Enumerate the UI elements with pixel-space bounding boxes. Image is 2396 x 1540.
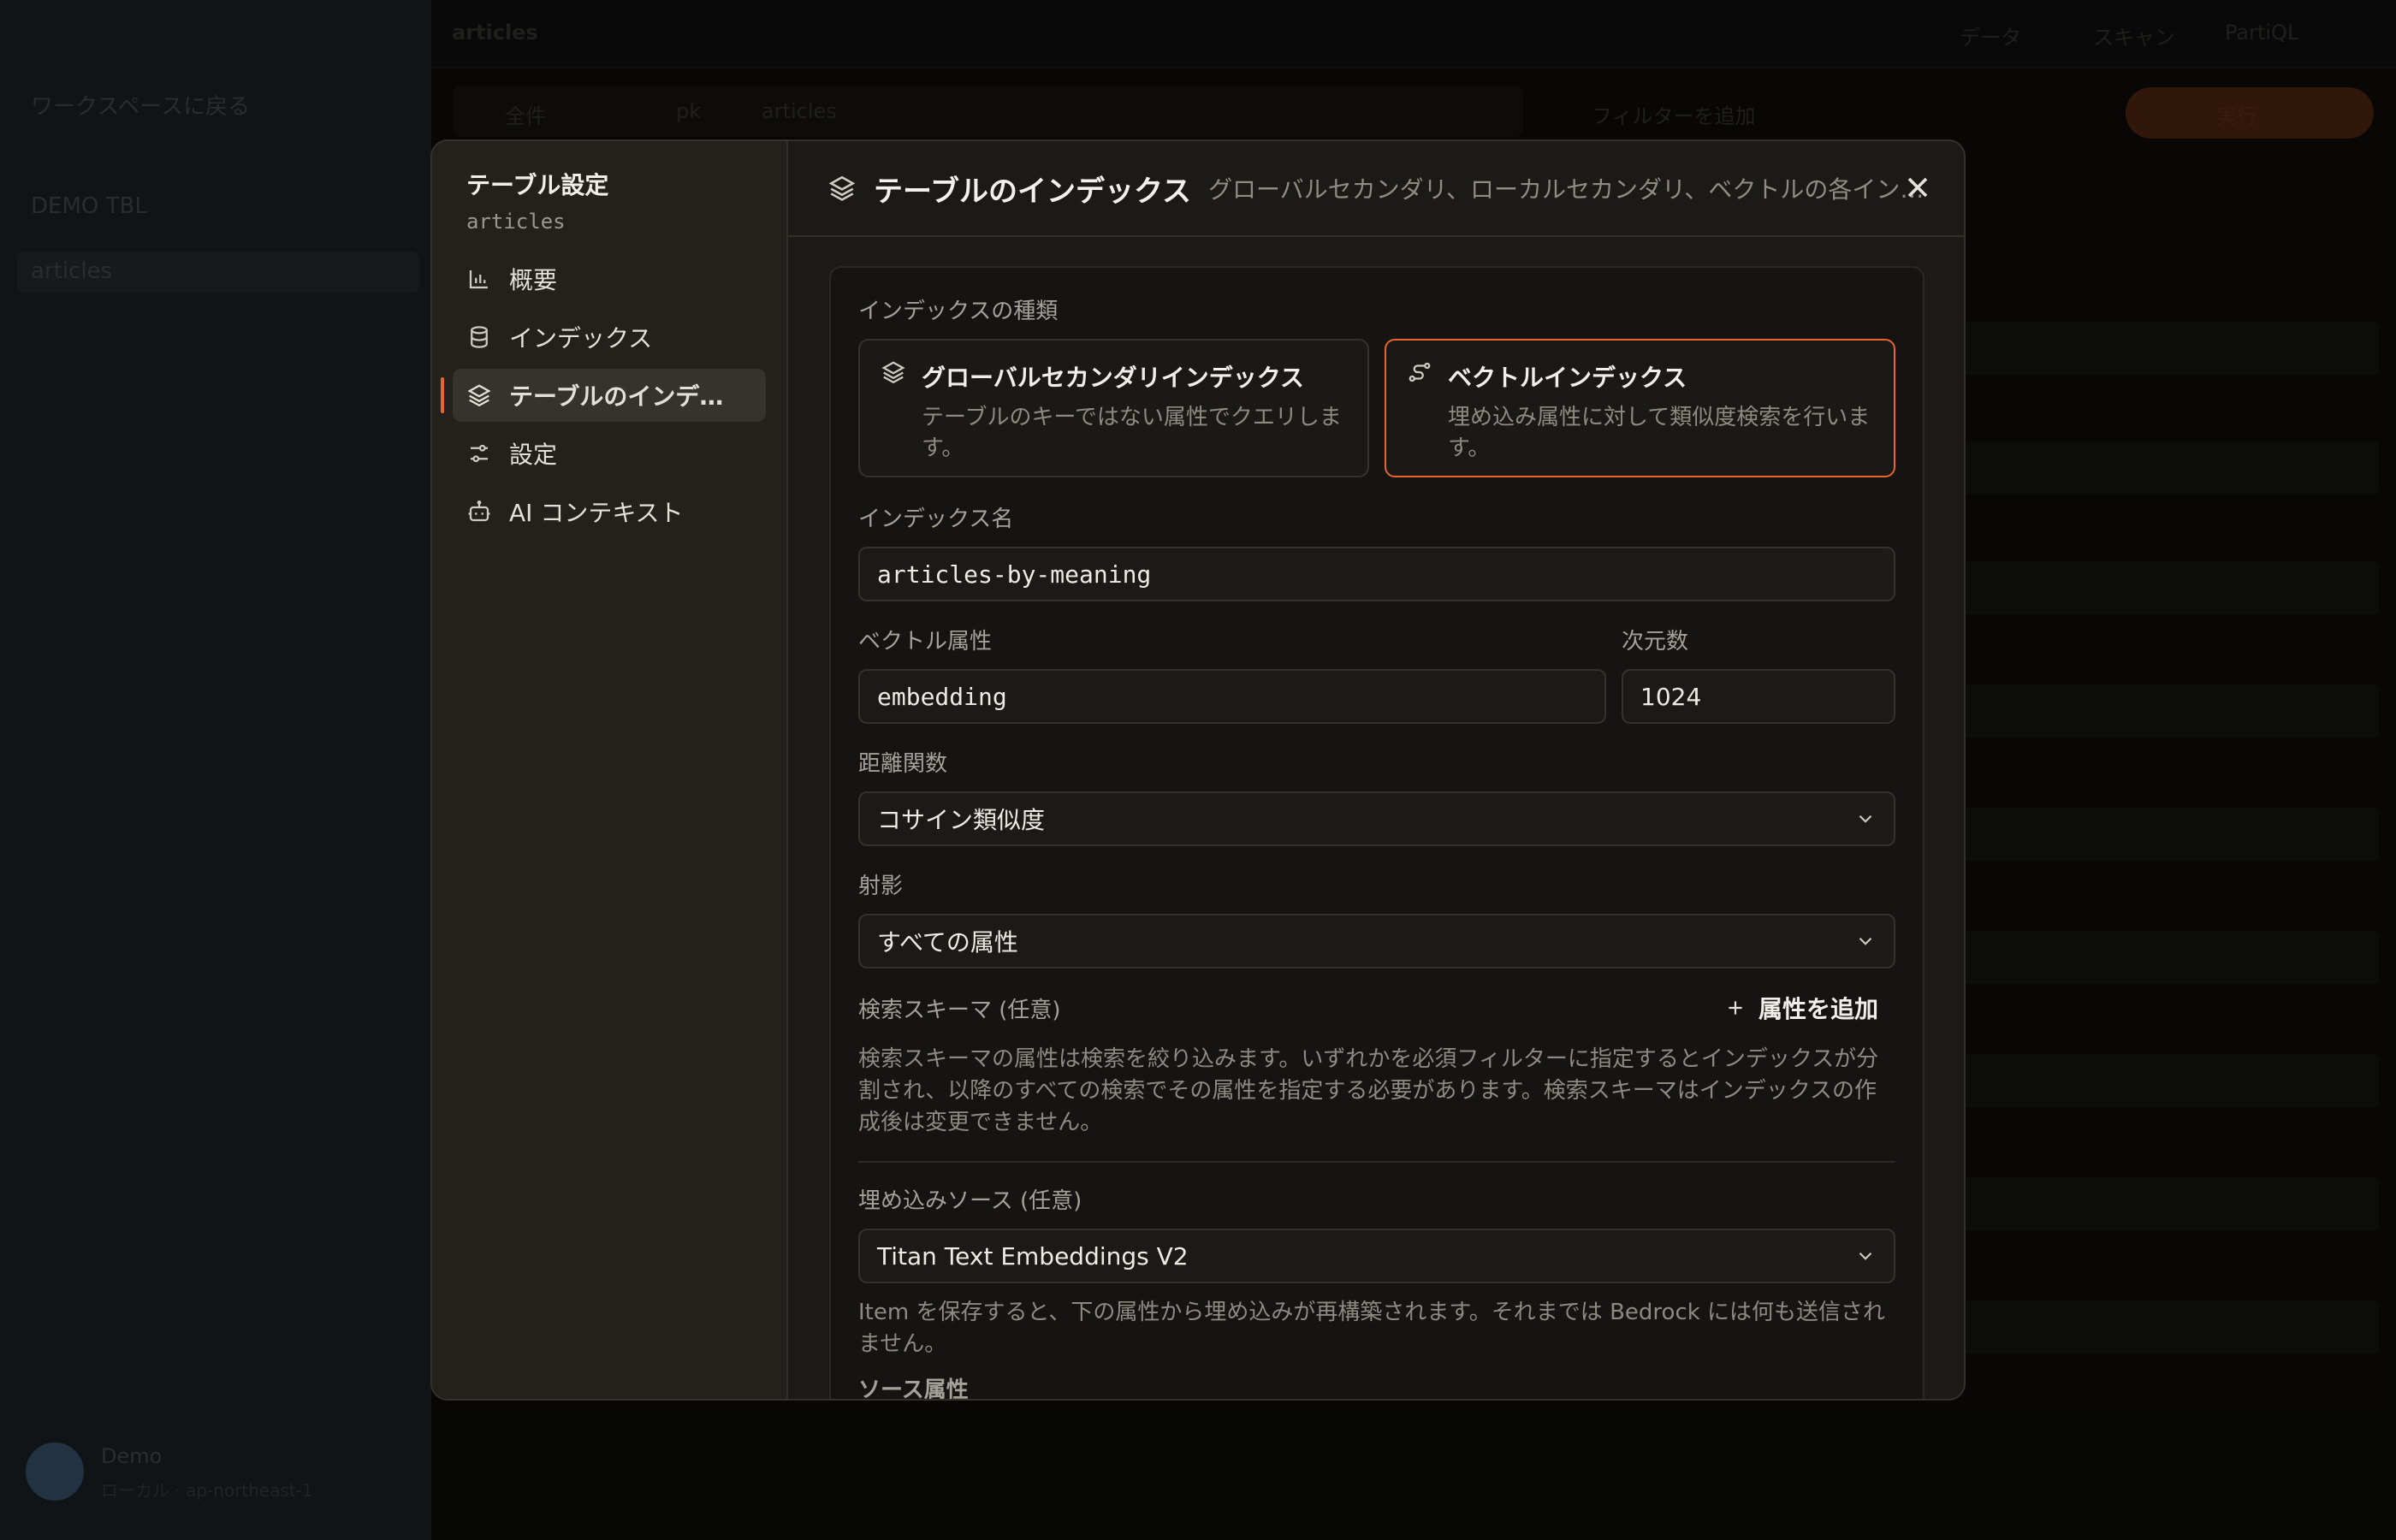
add-attribute-label: 属性を追加 xyxy=(1758,995,1878,1023)
nav-item-label: 概要 xyxy=(509,266,558,294)
nav-item-label: インデックス xyxy=(509,324,653,352)
index-type-options: グローバルセカンダリインデックス テーブルのキーではない属性でクエリします。 ベ… xyxy=(858,339,1895,477)
add-attribute-button[interactable]: 属性を追加 xyxy=(1724,991,1895,1025)
projection-label: 射影 xyxy=(858,874,904,899)
embedding-source-select[interactable]: Titan Text Embeddings V2 xyxy=(858,1229,1895,1283)
index-type-vector-option[interactable]: ベクトルインデックス 埋め込み属性に対して類似度検索を行います。 xyxy=(1385,339,1895,477)
table-settings-dialog: テーブル設定 articles 概要 インデックス テーブルのインデックス 設定 xyxy=(430,139,1966,1401)
page-title: テーブルのインデックス xyxy=(874,174,1191,209)
vector-attribute-input[interactable]: embedding xyxy=(858,669,1606,724)
close-button[interactable] xyxy=(1901,170,1935,204)
index-type-gsi-option[interactable]: グローバルセカンダリインデックス テーブルのキーではない属性でクエリします。 xyxy=(858,339,1369,477)
option-description: 埋め込み属性に対して類似度検索を行います。 xyxy=(1448,405,1871,461)
index-type-label: インデックスの種類 xyxy=(858,299,1059,324)
content-header: テーブルのインデックス グローバルセカンダリ、ローカルセカンダリ、ベクトルの各イ… xyxy=(788,141,1964,237)
robot-icon xyxy=(466,499,492,524)
sliders-icon xyxy=(466,441,492,466)
projection-select[interactable]: すべての属性 xyxy=(858,914,1895,968)
search-schema-label: 検索スキーマ (任意) xyxy=(858,997,1061,1023)
search-schema-help: 検索スキーマの属性は検索を絞り込みます。いずれかを必須フィルターに指定するとイン… xyxy=(858,1046,1879,1135)
layers-icon xyxy=(827,174,857,203)
index-name-input[interactable]: articles-by-meaning xyxy=(858,547,1895,601)
distance-function-select[interactable]: コサイン類似度 xyxy=(858,791,1895,846)
chevron-down-icon xyxy=(1859,937,1872,945)
layers-icon xyxy=(881,359,906,457)
embedding-source-help: Item を保存すると、下の属性から埋め込みが再構築されます。それまでは Bed… xyxy=(858,1300,1886,1357)
settings-title: テーブル設定 xyxy=(466,171,609,199)
distance-function-label: 距離関数 xyxy=(858,751,948,777)
nav-item-overview[interactable]: 概要 xyxy=(453,252,766,305)
nav-item-label: テーブルのインデックス xyxy=(509,382,740,411)
settings-content: テーブルのインデックス グローバルセカンダリ、ローカルセカンダリ、ベクトルの各イ… xyxy=(788,141,1964,1399)
search-schema-header: 検索スキーマ (任意) 属性を追加 xyxy=(858,991,1895,1025)
index-form: インデックスの種類 グローバルセカンダリインデックス テーブルのキーではない属性… xyxy=(829,266,1925,1401)
embedding-source-label: 埋め込みソース (任意) xyxy=(858,1188,1082,1214)
plus-icon xyxy=(1729,1001,1742,1015)
dimensions-input[interactable]: 1024 xyxy=(1622,669,1895,724)
settings-nav: テーブル設定 articles 概要 インデックス テーブルのインデックス 設定 xyxy=(432,141,788,1399)
divider xyxy=(858,1161,1895,1163)
database-icon xyxy=(466,324,492,350)
option-title: ベクトルインデックス xyxy=(1448,364,1687,392)
chevron-down-icon xyxy=(1859,1252,1872,1260)
embedding-source-value: Titan Text Embeddings V2 xyxy=(877,1241,1189,1270)
nav-item-table-indexes[interactable]: テーブルのインデックス xyxy=(441,369,766,422)
page-description: グローバルセカンダリ、ローカルセカンダリ、ベクトルの各インデックス xyxy=(1207,175,1944,204)
source-attribute-label: ソース属性 xyxy=(858,1377,969,1401)
nav-item-label: AI コンテキスト xyxy=(509,499,684,527)
chevron-down-icon xyxy=(1859,814,1872,823)
option-description: テーブルのキーではない属性でクエリします。 xyxy=(922,405,1342,461)
nav-item-settings[interactable]: 設定 xyxy=(453,427,766,480)
close-icon xyxy=(1907,177,1928,198)
distance-function-value: コサイン類似度 xyxy=(877,806,1046,834)
vector-attribute-label: ベクトル属性 xyxy=(858,629,993,654)
dimensions-label: 次元数 xyxy=(1622,629,1689,654)
nav-item-ai-context[interactable]: AI コンテキスト xyxy=(453,485,766,538)
layers-icon xyxy=(466,382,492,408)
vector-path-icon xyxy=(1407,359,1432,457)
nav-item-indexes[interactable]: インデックス xyxy=(453,311,766,364)
projection-value: すべての属性 xyxy=(877,928,1018,957)
settings-table-name: articles xyxy=(466,210,566,234)
option-title: グローバルセカンダリインデックス xyxy=(922,364,1304,392)
bar-chart-icon xyxy=(466,266,492,292)
index-name-label: インデックス名 xyxy=(858,506,1014,532)
nav-item-label: 設定 xyxy=(509,441,558,469)
